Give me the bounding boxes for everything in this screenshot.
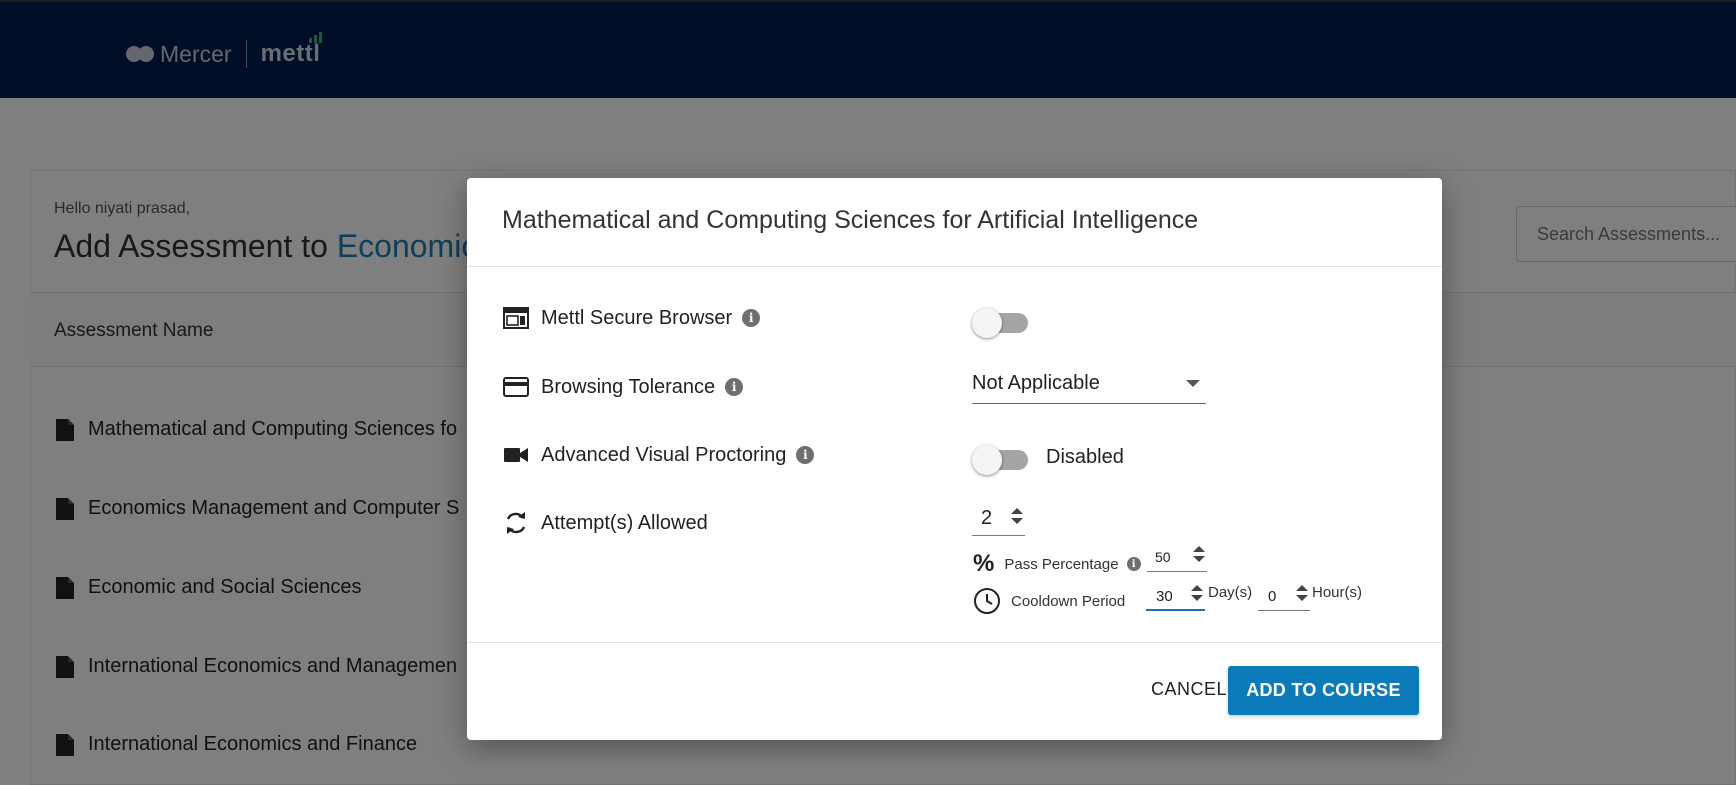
add-to-course-button[interactable]: ADD TO COURSE: [1228, 666, 1419, 715]
pass-percentage-value: 50: [1155, 549, 1171, 565]
attempts-label: Attempt(s) Allowed: [541, 511, 708, 534]
info-icon[interactable]: i: [1126, 557, 1141, 571]
browser-window-icon: [503, 306, 529, 330]
attempts-input[interactable]: 2: [972, 504, 1025, 536]
spin-down-icon[interactable]: [1296, 595, 1308, 601]
attempts-value: 2: [981, 507, 993, 529]
visual-proctoring-status: Disabled: [1046, 446, 1124, 468]
pass-percentage-row: % Pass Percentage i: [973, 550, 1141, 578]
assessment-settings-dialog: Mathematical and Computing Sciences for …: [467, 178, 1442, 740]
chevron-down-icon: [1186, 380, 1200, 387]
setting-secure-browser: Mettl Secure Browser i: [503, 306, 761, 330]
browsing-tolerance-value: Not Applicable: [972, 372, 1100, 394]
setting-browsing-tolerance: Browsing Tolerance i: [503, 375, 744, 399]
number-spinner[interactable]: [1296, 585, 1308, 601]
visual-proctoring-label: Advanced Visual Proctoring: [541, 443, 787, 466]
credit-card-icon: [503, 375, 529, 399]
spin-up-icon[interactable]: [1011, 508, 1023, 514]
cooldown-row: Cooldown Period: [973, 587, 1125, 615]
number-spinner[interactable]: [1011, 508, 1023, 524]
info-icon[interactable]: i: [725, 378, 744, 396]
pass-percentage-label: Pass Percentage: [1004, 555, 1119, 573]
days-unit-label: Day(s): [1208, 584, 1253, 601]
info-icon[interactable]: i: [742, 309, 761, 327]
percent-icon: %: [973, 550, 995, 577]
setting-attempts: Attempt(s) Allowed: [503, 511, 708, 535]
spin-down-icon[interactable]: [1191, 595, 1203, 601]
browsing-tolerance-label: Browsing Tolerance: [541, 375, 716, 398]
pass-percentage-input[interactable]: 50: [1147, 542, 1207, 572]
spin-down-icon[interactable]: [1011, 518, 1023, 524]
dialog-divider: [467, 642, 1442, 643]
cooldown-hours-value: 0: [1268, 588, 1277, 605]
cooldown-days-value: 30: [1156, 588, 1173, 605]
cooldown-days-input[interactable]: 30: [1146, 581, 1205, 611]
visual-proctoring-toggle[interactable]: [972, 442, 1028, 475]
hours-unit-label: Hour(s): [1312, 584, 1363, 601]
spin-down-icon[interactable]: [1193, 556, 1205, 562]
dialog-title: Mathematical and Computing Sciences for …: [502, 206, 1199, 234]
cooldown-hours-input[interactable]: 0: [1258, 581, 1310, 611]
spin-up-icon[interactable]: [1191, 585, 1203, 591]
info-icon[interactable]: i: [796, 446, 815, 464]
spin-up-icon[interactable]: [1296, 585, 1308, 591]
clock-icon: [974, 588, 1000, 614]
cooldown-label: Cooldown Period: [1011, 592, 1126, 610]
dialog-divider: [467, 266, 1442, 267]
video-camera-icon: [503, 443, 529, 467]
number-spinner[interactable]: [1191, 585, 1203, 601]
setting-visual-proctoring: Advanced Visual Proctoring i: [503, 443, 815, 467]
secure-browser-toggle[interactable]: [972, 305, 1028, 338]
spin-up-icon[interactable]: [1193, 546, 1205, 552]
number-spinner[interactable]: [1193, 546, 1205, 562]
browsing-tolerance-select[interactable]: Not Applicable: [972, 368, 1206, 404]
refresh-icon: [503, 511, 529, 535]
secure-browser-label: Mettl Secure Browser: [541, 306, 733, 329]
